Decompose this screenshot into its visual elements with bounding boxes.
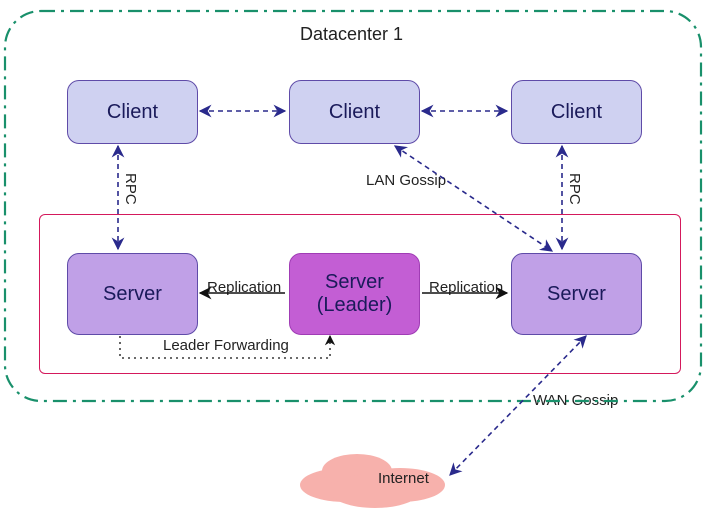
server-box-right: Server — [511, 253, 642, 335]
diagram-title: Datacenter 1 — [300, 24, 403, 45]
label-replication-left: Replication — [207, 279, 281, 296]
client-box-3: Client — [511, 80, 642, 144]
label-leader-forwarding: Leader Forwarding — [163, 337, 289, 354]
internet-cloud: Internet — [300, 450, 440, 510]
client-box-1: Client — [67, 80, 198, 144]
label-rpc-left: RPC — [122, 173, 139, 205]
label-internet: Internet — [378, 470, 429, 487]
label-lan-gossip: LAN Gossip — [366, 172, 446, 189]
client-box-2: Client — [289, 80, 420, 144]
server-box-left: Server — [67, 253, 198, 335]
label-rpc-right: RPC — [566, 173, 583, 205]
server-leader-box: Server (Leader) — [289, 253, 420, 335]
label-wan-gossip: WAN Gossip — [533, 392, 618, 409]
label-replication-right: Replication — [429, 279, 503, 296]
